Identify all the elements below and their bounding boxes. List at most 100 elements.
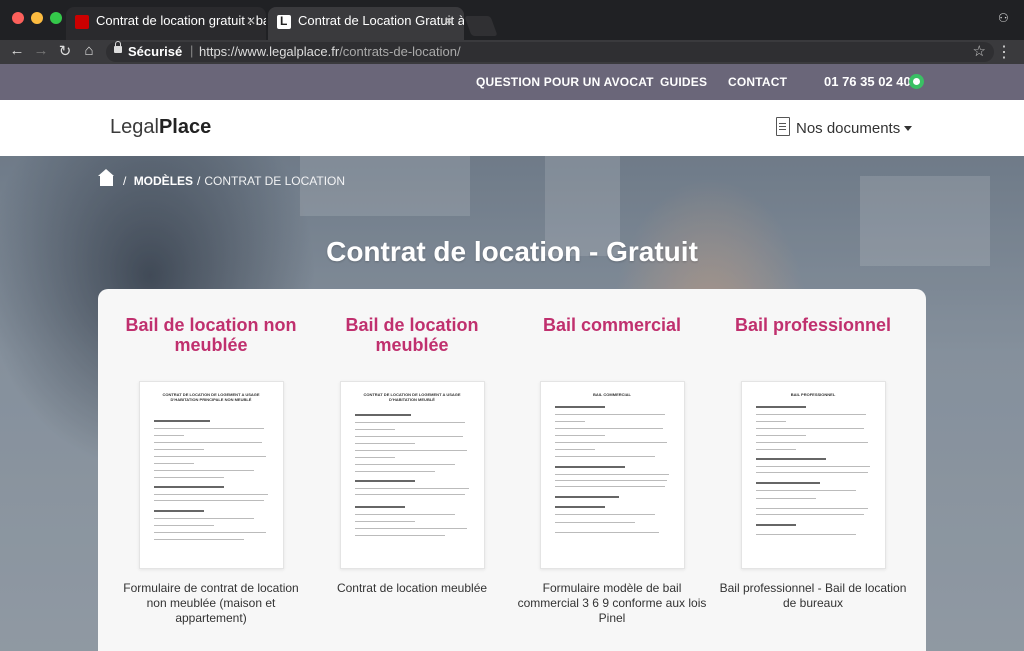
preview-line — [354, 464, 455, 465]
bookmark-star-icon[interactable]: ☆ — [973, 42, 986, 60]
nos-documents-label: Nos documents — [796, 120, 901, 137]
preview-line — [354, 436, 463, 437]
preview-line — [354, 457, 395, 458]
site-top-bar: QUESTION POUR UN AVOCAT GUIDES CONTACT 0… — [0, 64, 1024, 100]
minimize-window-button[interactable] — [31, 12, 43, 24]
preview-line — [153, 532, 266, 533]
nav-link-question-avocat[interactable]: QUESTION POUR UN AVOCAT — [476, 75, 654, 89]
close-window-button[interactable] — [12, 12, 24, 24]
template-card[interactable]: Bail de location non meublée CONTRAT DE … — [116, 315, 306, 626]
preview-line — [354, 528, 467, 529]
breadcrumb-current: CONTRAT DE LOCATION — [204, 174, 346, 188]
preview-line — [554, 435, 605, 436]
preview-line — [153, 470, 254, 471]
browser-tab-2[interactable]: Contrat de Location Gratuit à l ✕ — [268, 7, 464, 40]
preview-line — [755, 524, 796, 526]
preview-line — [755, 466, 870, 467]
preview-line — [554, 496, 619, 498]
preview-line — [755, 421, 786, 422]
nos-documents-dropdown[interactable]: Nos documents — [776, 117, 913, 137]
card-description: Bail professionnel - Bail de location de… — [719, 581, 907, 610]
preview-line — [755, 498, 816, 499]
document-preview[interactable]: CONTRAT DE LOCATION DE LOGEMENT A USAGE … — [138, 381, 284, 569]
home-icon[interactable]: ⌂ — [80, 42, 98, 59]
preview-line — [354, 506, 405, 508]
preview-line — [354, 480, 415, 482]
whatsapp-icon[interactable] — [909, 74, 924, 89]
lock-icon — [114, 41, 122, 53]
preview-line — [153, 494, 268, 495]
breadcrumb-separator: / — [123, 174, 127, 188]
preview-line — [554, 442, 667, 443]
preview-line — [554, 449, 595, 450]
card-title[interactable]: Bail professionnel — [718, 315, 908, 355]
browser-menu-icon[interactable]: ⋮ — [996, 42, 1012, 62]
tab-title: Contrat de location gratuit : ba — [96, 13, 266, 28]
back-arrow-icon[interactable]: ← — [8, 42, 26, 59]
document-preview[interactable]: BAIL COMMERCIAL — [539, 381, 685, 569]
preview-line — [554, 514, 655, 515]
preview-line — [755, 435, 806, 436]
template-card[interactable]: Bail de location meublée CONTRAT DE LOCA… — [317, 315, 507, 596]
templates-panel: Bail de location non meublée CONTRAT DE … — [98, 289, 926, 651]
document-preview[interactable]: BAIL PROFESSIONNEL — [740, 381, 886, 569]
browser-tab-1[interactable]: Contrat de location gratuit : ba ✕ — [66, 7, 266, 40]
preview-line — [153, 435, 184, 436]
preview-line — [153, 420, 210, 422]
legalplace-logo[interactable]: LegalPlace — [110, 116, 211, 139]
url-host: https://www.legalplace.fr — [199, 44, 340, 59]
preview-line — [354, 494, 465, 495]
preview-line — [755, 406, 806, 408]
preview-line — [755, 428, 864, 429]
preview-line — [153, 518, 254, 519]
card-title[interactable]: Bail de location non meublée — [116, 315, 306, 355]
reload-icon[interactable]: ↻ — [56, 42, 74, 60]
preview-line — [755, 442, 868, 443]
preview-line — [354, 429, 395, 430]
legalplace-favicon-icon — [75, 15, 89, 29]
forward-arrow-icon[interactable]: → — [32, 42, 50, 59]
new-tab-button[interactable] — [464, 16, 498, 36]
preview-line — [554, 406, 605, 408]
breadcrumb: / MODÈLES / CONTRAT DE LOCATION — [98, 169, 346, 188]
document-preview-heading: BAIL PROFESSIONNEL — [790, 392, 836, 397]
preview-line — [153, 525, 214, 526]
preview-line — [755, 534, 856, 535]
page-title: Contrat de location - Gratuit — [326, 236, 698, 267]
nav-link-guides[interactable]: GUIDES — [660, 75, 707, 89]
url-separator: | — [190, 43, 194, 58]
logo-bold: Place — [158, 116, 212, 138]
preview-line — [554, 474, 669, 475]
phone-number[interactable]: 01 76 35 02 40 — [824, 74, 911, 89]
secure-label: Sécurisé — [128, 44, 183, 59]
nav-link-contact[interactable]: CONTACT — [728, 75, 787, 89]
preview-line — [354, 450, 467, 451]
preview-line — [354, 535, 445, 536]
preview-line — [354, 521, 415, 522]
card-title[interactable]: Bail commercial — [517, 315, 707, 355]
preview-line — [554, 522, 635, 523]
breadcrumb-section[interactable]: MODÈLES — [134, 174, 193, 188]
preview-line — [354, 422, 465, 423]
template-card[interactable]: Bail commercial BAIL COMMERCIAL Formulai… — [517, 315, 707, 626]
incognito-icon: ⚇ — [998, 11, 1009, 25]
preview-line — [153, 500, 264, 501]
preview-line — [153, 442, 262, 443]
preview-line — [153, 510, 204, 512]
home-icon[interactable] — [98, 169, 114, 186]
site-header: LegalPlace Nos documents — [0, 100, 1024, 156]
template-card[interactable]: Bail professionnel BAIL PROFESSIONNEL Ba… — [718, 315, 908, 611]
legalplace-favicon-icon — [277, 14, 291, 29]
preview-line — [554, 428, 663, 429]
maximize-window-button[interactable] — [50, 12, 62, 24]
browser-tab-bar: Contrat de location gratuit : ba ✕ Contr… — [0, 0, 1024, 40]
preview-line — [354, 414, 411, 416]
address-bar[interactable]: Sécurisé | https://www.legalplace.fr/con… — [106, 41, 994, 62]
document-preview[interactable]: CONTRAT DE LOCATION DE LOGEMENT A USAGE … — [339, 381, 485, 569]
url-path: /contrats-de-location/ — [339, 44, 461, 59]
preview-line — [554, 486, 665, 487]
close-tab-icon[interactable]: ✕ — [444, 14, 454, 28]
preview-line — [153, 486, 224, 488]
close-tab-icon[interactable]: ✕ — [246, 14, 256, 28]
card-title[interactable]: Bail de location meublée — [317, 315, 507, 355]
